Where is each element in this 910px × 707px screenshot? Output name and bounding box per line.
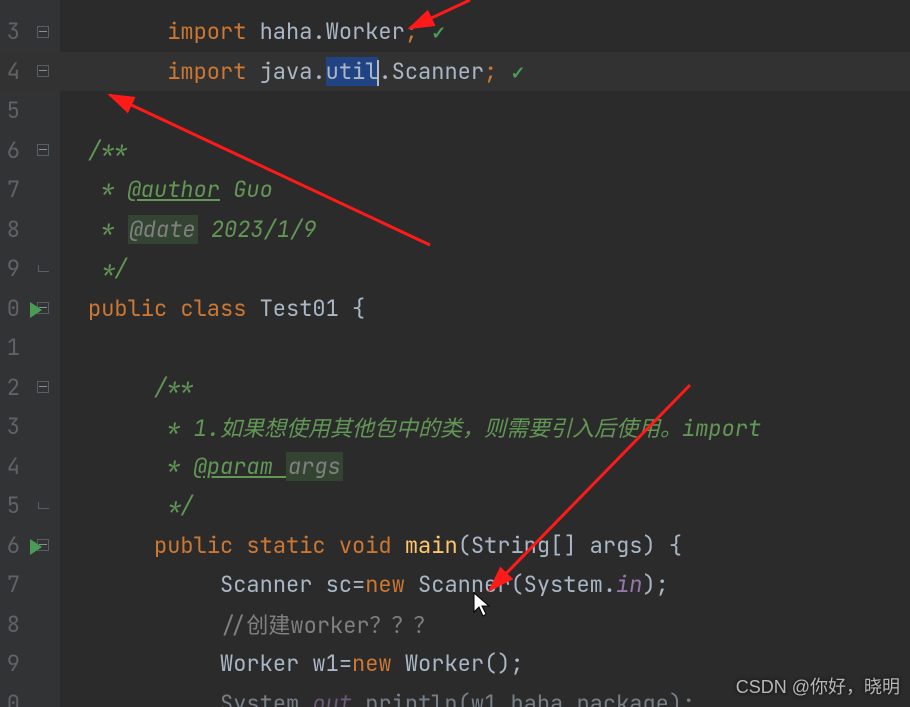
line-number: 9 — [0, 254, 26, 283]
line-number: 0 — [0, 689, 26, 707]
watermark: CSDN @你好，晓明 — [736, 673, 900, 699]
code-line[interactable]: 0 public class Test01 { — [0, 289, 910, 329]
run-gutter-icon[interactable] — [30, 539, 42, 555]
code-line[interactable]: 4 * @param args — [0, 447, 910, 487]
line-number: 6 — [0, 136, 26, 165]
fold-icon[interactable] — [37, 65, 49, 77]
line-number: 7 — [0, 175, 26, 204]
line-number: 5 — [0, 491, 26, 520]
code-line[interactable]: 1 — [0, 328, 910, 368]
code-line[interactable]: 9 */ — [0, 249, 910, 289]
code-line[interactable]: 4 import java.util.Scanner; ✓ — [0, 52, 910, 92]
line-number: 8 — [0, 215, 26, 244]
line-number: 1 — [0, 333, 26, 362]
line-number: 4 — [0, 57, 26, 86]
code-line[interactable]: 3 * 1.如果想使用其他包中的类，则需要引入后使用。import — [0, 407, 910, 447]
line-number: 9 — [0, 649, 26, 678]
line-number: 0 — [0, 294, 26, 323]
fold-icon[interactable] — [37, 26, 49, 38]
code-line[interactable]: 7 Scanner sc=new Scanner(System.in); — [0, 565, 910, 605]
line-number: 2 — [0, 373, 26, 402]
line-number: 3 — [0, 17, 26, 46]
fold-end-icon — [38, 265, 49, 272]
run-gutter-icon[interactable] — [30, 302, 42, 318]
line-number: 5 — [0, 96, 26, 125]
code-line[interactable]: 7 * @author Guo — [0, 170, 910, 210]
code-line[interactable]: 5 */ — [0, 486, 910, 526]
fold-icon[interactable] — [37, 144, 49, 156]
code-line[interactable]: 8 //创建worker？？？ — [0, 605, 910, 645]
code-line[interactable]: 6 /** — [0, 131, 910, 171]
check-icon: ✓ — [510, 62, 525, 85]
line-number: 8 — [0, 610, 26, 639]
line-number: 7 — [0, 570, 26, 599]
line-number: 4 — [0, 452, 26, 481]
line-number: 3 — [0, 412, 26, 441]
code-line[interactable]: 8 * @date 2023/1/9 — [0, 210, 910, 250]
code-editor[interactable]: 3 import haha.Worker; ✓ 4 import java.ut… — [0, 0, 910, 707]
line-number: 6 — [0, 531, 26, 560]
code-line[interactable]: 2 /** — [0, 368, 910, 408]
code-line[interactable]: 6 public static void main(String[] args)… — [0, 526, 910, 566]
code-line[interactable]: 5 — [0, 91, 910, 131]
fold-end-icon — [38, 502, 49, 509]
fold-icon[interactable] — [37, 381, 49, 393]
